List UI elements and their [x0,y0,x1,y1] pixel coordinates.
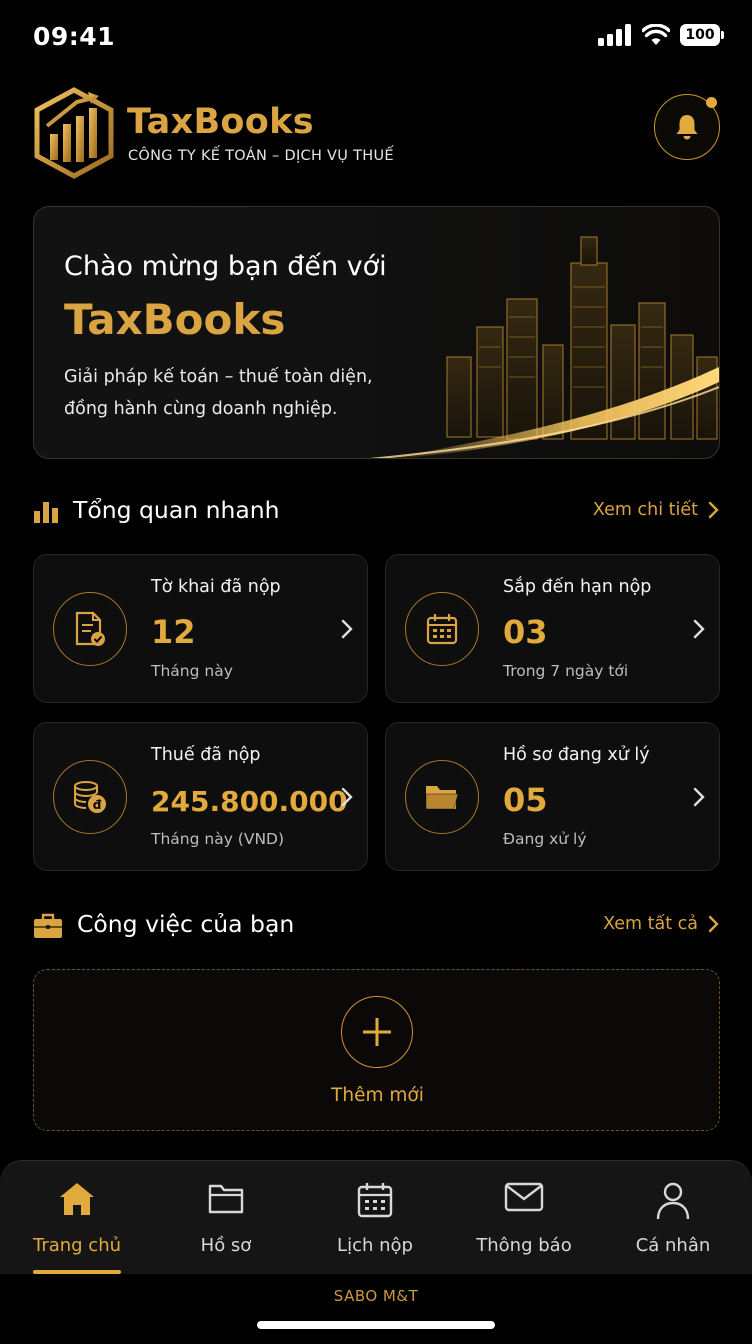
signal-icon [598,24,631,46]
folder-icon [208,1184,244,1214]
nav-label: Thông báo [476,1235,572,1256]
status-bar: 09:41 100 [0,0,752,76]
stat-card-tax-paid[interactable]: đ Thuế đã nộp 245.800.000 Tháng này (VND… [33,722,368,871]
app-screen: 09:41 100 TaxBooks CÔNG TY KẾ TOÁN – DỊC… [0,0,752,1344]
view-all-link[interactable]: Xem tất cả [603,914,720,934]
calendar-icon [405,592,479,666]
city-skyline-illustration [369,236,719,458]
plus-icon [363,1018,391,1046]
card-subtext: Tháng này (VND) [151,830,285,848]
add-task-panel[interactable]: Thêm mới [33,969,720,1131]
chevron-right-icon [693,619,705,639]
nav-label: Trang chủ [32,1235,122,1256]
card-subtext: Trong 7 ngày tới [503,662,629,680]
bottom-navigation: Trang chủ Hồ sơ Lịch nộp Thông báo Cá nh… [0,1160,752,1274]
card-subtext: Tháng này [151,662,233,680]
bell-icon [676,115,698,140]
welcome-banner: Chào mừng bạn đến với TaxBooks Giải pháp… [33,206,720,459]
banner-description: Giải pháp kế toán – thuế toàn diện, đồng… [64,367,373,419]
nav-item-notifications[interactable]: Thông báo [449,1161,599,1275]
taxbooks-logo-icon [34,87,114,179]
card-label: Tờ khai đã nộp [151,577,281,597]
view-details-link[interactable]: Xem chi tiết [593,500,720,520]
card-value: 12 [151,613,196,651]
coins-icon: đ [53,760,127,834]
card-label: Thuế đã nộp [151,745,261,765]
card-label: Hồ sơ đang xử lý [503,745,650,765]
stat-card-processing[interactable]: Hồ sơ đang xử lý 05 Đang xử lý [385,722,720,871]
status-icons: 100 [598,24,724,46]
add-button[interactable] [341,996,413,1068]
card-subtext: Đang xử lý [503,830,587,848]
wifi-icon [642,24,670,45]
stat-card-submitted[interactable]: Tờ khai đã nộp 12 Tháng này [33,554,368,703]
add-label: Thêm mới [331,1085,424,1106]
chevron-right-icon [341,787,353,807]
overview-title: Tổng quan nhanh [73,496,280,524]
briefcase-icon [34,913,62,938]
tasks-section-header: Công việc của bạn Xem tất cả [33,906,720,946]
chevron-right-icon [708,501,719,519]
active-tab-indicator [33,1270,121,1274]
chevron-right-icon [708,915,719,933]
nav-item-profile[interactable]: Cá nhân [598,1161,748,1275]
nav-label: Cá nhân [635,1235,711,1256]
chevron-right-icon [693,787,705,807]
battery-indicator: 100 [680,24,724,46]
home-icon [60,1183,94,1215]
nav-item-records[interactable]: Hồ sơ [151,1161,301,1275]
notification-dot [706,97,717,108]
mail-icon [504,1182,544,1212]
overview-section-header: Tổng quan nhanh Xem chi tiết [33,492,720,532]
view-details-label: Xem chi tiết [592,500,698,520]
folder-icon [405,760,479,834]
chevron-right-icon [341,619,353,639]
bar-chart-icon [34,502,58,523]
brand-subtitle: CÔNG TY KẾ TOÁN – DỊCH VỤ THUẾ [128,148,394,164]
document-check-icon [53,592,127,666]
card-value: 245.800.000 [151,785,348,818]
user-icon [656,1182,690,1220]
tasks-title: Công việc của bạn [77,910,295,938]
nav-label: Lịch nộp [337,1235,413,1256]
home-indicator [257,1321,495,1329]
status-time: 09:41 [33,22,116,51]
nav-label: Hồ sơ [200,1235,252,1256]
banner-title: Chào mừng bạn đến với [64,251,387,282]
nav-item-schedule[interactable]: Lịch nộp [300,1161,450,1275]
calendar-icon [357,1183,393,1218]
svg-text:đ: đ [93,798,102,812]
brand-name: TaxBooks [127,102,314,142]
app-header: TaxBooks CÔNG TY KẾ TOÁN – DỊCH VỤ THUẾ [33,86,720,182]
card-value: 03 [503,613,548,651]
banner-brand: TaxBooks [64,295,286,344]
notification-button[interactable] [654,94,720,160]
footer-brand: SABO M&T [333,1287,419,1305]
view-all-label: Xem tất cả [603,914,698,934]
nav-item-home[interactable]: Trang chủ [2,1161,152,1275]
card-label: Sắp đến hạn nộp [503,577,652,597]
stat-card-due-soon[interactable]: Sắp đến hạn nộp 03 Trong 7 ngày tới [385,554,720,703]
card-value: 05 [503,781,548,819]
